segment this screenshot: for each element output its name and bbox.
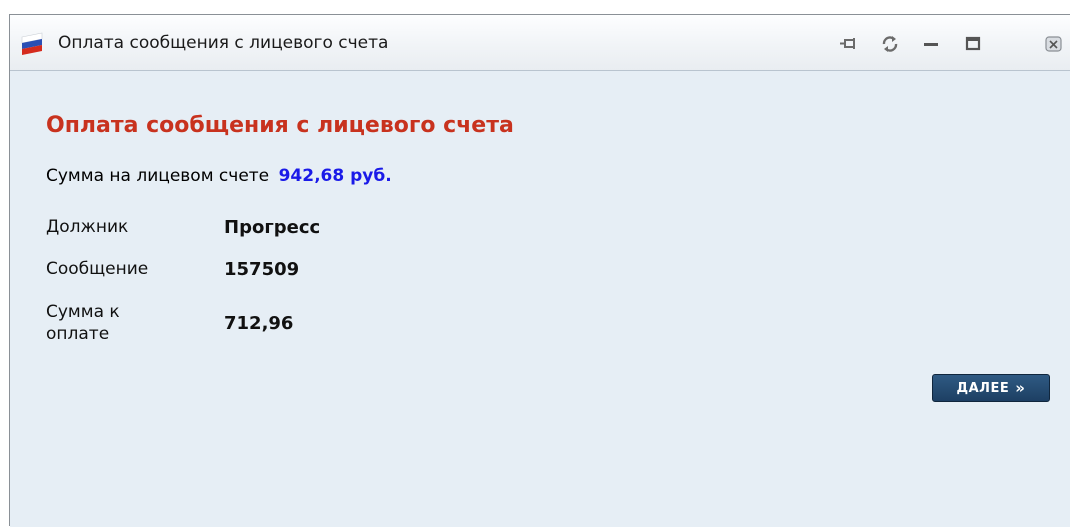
close-icon[interactable] — [1043, 33, 1065, 55]
page-title: Оплата сообщения с лицевого счета — [46, 113, 514, 138]
balance-line: Сумма на лицевом счете 942‚68 руб. — [46, 165, 392, 187]
minimize-icon[interactable] — [920, 33, 942, 55]
payment-window: Оплата сообщения с лицевого счета Оплата… — [9, 14, 1070, 527]
next-button[interactable]: ДАЛЕЕ » — [932, 374, 1050, 402]
refresh-icon[interactable] — [879, 33, 901, 55]
amount-label-line1: Сумма к — [46, 302, 120, 322]
pin-icon[interactable] — [838, 33, 860, 55]
amount-label: Сумма к оплате — [46, 301, 120, 345]
balance-label: Сумма на лицевом счете — [46, 166, 270, 186]
maximize-icon[interactable] — [962, 33, 984, 55]
amount-value: 712,96 — [224, 313, 294, 334]
window-title: Оплата сообщения с лицевого счета — [58, 33, 389, 53]
double-chevron-right-icon: » — [1015, 379, 1026, 397]
amount-label-line2: оплате — [46, 324, 110, 344]
debtor-value: Прогресс — [224, 217, 321, 238]
balance-value: 942‚68 руб. — [278, 166, 392, 186]
debtor-label: Должник — [46, 217, 129, 237]
title-bar[interactable]: Оплата сообщения с лицевого счета — [10, 15, 1070, 71]
russian-flag-icon — [20, 31, 46, 55]
next-button-label: ДАЛЕЕ — [956, 380, 1010, 396]
message-value: 157509 — [224, 259, 300, 280]
content-area: Оплата сообщения с лицевого счета Сумма … — [10, 72, 1070, 527]
message-label: Сообщение — [46, 259, 149, 279]
